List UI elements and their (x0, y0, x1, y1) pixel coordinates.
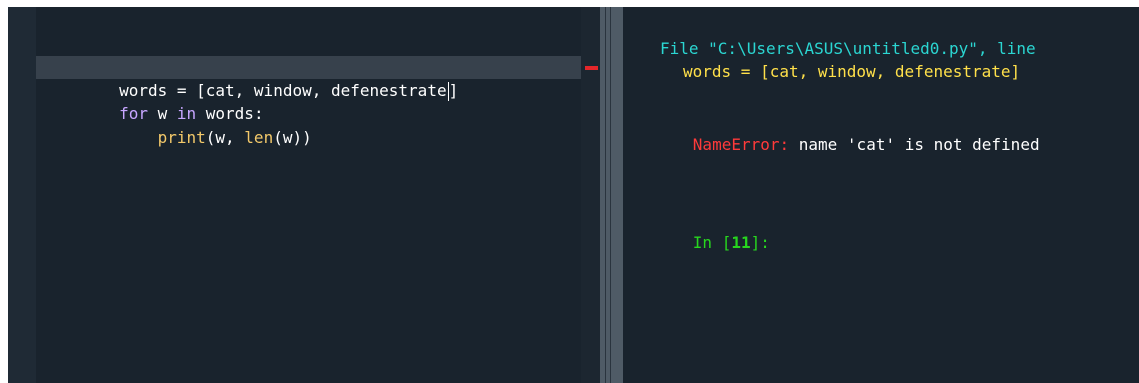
error-message: name 'cat' is not defined (789, 135, 1040, 154)
editor-gutter (8, 7, 36, 383)
splitter-divider (610, 7, 611, 383)
code-builtin: print (157, 128, 206, 147)
pane-splitter[interactable] (600, 7, 623, 383)
traceback-file-line: File "C:\Users\ASUS\untitled0.py", line (660, 39, 1036, 58)
code-area[interactable]: words = [cat, window, defenestrate] for … (36, 7, 581, 383)
code-token: (w, (205, 128, 245, 147)
code-line-3[interactable]: print(w, len(w)) (42, 103, 312, 147)
spyder-ide-window: words = [cat, window, defenestrate] for … (0, 0, 1139, 383)
code-line-2[interactable]: for w in words: (42, 79, 264, 123)
error-line: NameError: name 'cat' is not defined (635, 109, 1040, 154)
code-editor[interactable]: words = [cat, window, defenestrate] for … (8, 7, 600, 383)
prompt-prefix: In [ (692, 233, 732, 252)
code-token: (w)) (273, 128, 312, 147)
code-token: ] (448, 81, 459, 100)
code-line-1[interactable]: words = [cat, window, defenestrate] (42, 56, 458, 101)
error-marker-icon[interactable] (585, 66, 598, 70)
splitter-divider (605, 7, 606, 383)
error-name: NameError: (692, 135, 790, 154)
editor-scrollbar[interactable] (581, 7, 600, 383)
code-builtin: len (244, 128, 274, 147)
prompt-number: 11 (731, 233, 751, 252)
console-prompt[interactable]: In [11]: (635, 207, 770, 252)
ipython-console[interactable]: File "C:\Users\ASUS\untitled0.py", line … (623, 7, 1139, 383)
traceback-code-line: words = [cat, window, defenestrate] (683, 62, 1021, 81)
prompt-suffix: ]: (750, 233, 770, 252)
